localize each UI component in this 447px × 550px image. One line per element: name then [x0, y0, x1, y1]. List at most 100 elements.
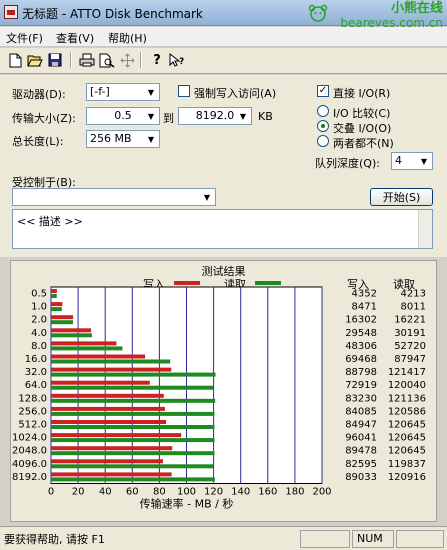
write-value: 84947 [345, 420, 377, 431]
num-lock-label: NUM [357, 532, 383, 545]
menu-help[interactable]: 帮助(H) [108, 30, 147, 46]
io-compare-radio[interactable] [317, 105, 329, 117]
help-icon[interactable]: ? [148, 51, 166, 69]
chevron-down-icon[interactable]: ▼ [236, 109, 250, 123]
open-icon[interactable] [26, 51, 44, 69]
y-tick-label: 4096.0 [12, 459, 47, 470]
settings-panel: 驱动器(D): [-f-] ▼ 强制写入访问(A) ✓ 直接 I/O(R) 传输… [0, 75, 447, 257]
read-bar [51, 359, 171, 364]
chevron-down-icon[interactable]: ▼ [144, 85, 158, 99]
force-write-checkbox[interactable] [178, 85, 190, 97]
neither-radio[interactable] [317, 135, 329, 147]
description-box[interactable]: << 描述 >> [12, 209, 433, 249]
write-bar [51, 289, 57, 293]
context-help-icon[interactable]: ? [168, 51, 186, 69]
read-value: 52720 [394, 341, 426, 352]
x-tick-label: 60 [126, 487, 139, 498]
x-tick-label: 0 [48, 487, 54, 498]
print-preview-icon[interactable] [98, 51, 116, 69]
write-bar [51, 472, 172, 477]
write-bar [51, 315, 74, 320]
menu-view[interactable]: 查看(V) [56, 30, 94, 46]
read-bar [51, 294, 57, 298]
write-bar [51, 459, 163, 464]
x-tick-label: 80 [153, 487, 166, 498]
write-bar [51, 380, 150, 385]
controlled-by-select[interactable]: ▼ [12, 188, 216, 206]
queue-depth-select[interactable]: 4 ▼ [391, 152, 433, 170]
write-value: 48306 [345, 341, 377, 352]
chevron-down-icon[interactable]: ▼ [200, 190, 214, 204]
write-bar [51, 420, 167, 424]
y-tick-label: 64.0 [25, 380, 47, 391]
toolbar: ? ? [0, 48, 447, 74]
read-value: 87947 [394, 354, 426, 365]
write-value: 69468 [345, 354, 377, 365]
y-tick-label: 1.0 [31, 302, 47, 313]
chevron-down-icon[interactable]: ▼ [417, 154, 431, 168]
description-text: << 描述 >> [17, 215, 83, 228]
read-bar [51, 411, 215, 416]
drive-select[interactable]: [-f-] ▼ [86, 83, 160, 101]
overlap-io-radio[interactable] [317, 120, 329, 132]
status-cell [300, 530, 350, 548]
read-bar [51, 320, 73, 325]
drive-label: 驱动器(D): [12, 88, 66, 101]
description-scrollbar[interactable] [418, 210, 432, 248]
write-bar [51, 406, 165, 411]
x-tick-label: 40 [99, 487, 112, 498]
benchmark-chart: 0 20 40 60 80 100 120 140 160 180 200 0.5 4352 4213 1.… [12, 286, 426, 511]
read-bar [51, 438, 215, 443]
y-tick-label: 256.0 [18, 406, 47, 417]
new-icon[interactable] [6, 51, 24, 69]
read-bar [51, 333, 92, 338]
read-value: 120916 [388, 472, 426, 483]
y-tick-label: 2048.0 [12, 446, 47, 457]
chevron-down-icon[interactable]: ▼ [144, 132, 158, 146]
write-bar [51, 328, 92, 333]
read-value: 120645 [388, 420, 426, 431]
menu-file[interactable]: 文件(F) [6, 30, 43, 46]
print-icon[interactable] [78, 51, 96, 69]
bear-logo-icon [308, 4, 328, 22]
read-bar [51, 385, 214, 390]
svg-text:?: ? [179, 57, 184, 67]
transfer-from-select[interactable]: 0.5 ▼ [86, 107, 160, 125]
direct-io-checkbox[interactable]: ✓ [317, 85, 329, 97]
results-panel: 测试结果 写入 读取 写入 读取 0 20 40 60 80 100 120 140 160 18… [10, 260, 437, 522]
write-bar [51, 393, 164, 398]
title-bar: 无标题 - ATTO Disk Benchmark 小熊在线 beareyes.… [0, 0, 447, 30]
status-bar: 要获得帮助, 请按 F1 NUM [0, 526, 447, 550]
app-icon[interactable] [4, 5, 18, 19]
write-value: 4352 [352, 289, 377, 300]
move-icon[interactable] [118, 51, 136, 69]
window-title: 无标题 - ATTO Disk Benchmark [22, 7, 203, 21]
read-bar [51, 451, 215, 456]
x-tick-label: 20 [72, 487, 85, 498]
write-bar [51, 341, 117, 346]
queue-depth-label: 队列深度(Q): [315, 157, 380, 170]
y-tick-label: 2.0 [31, 315, 47, 326]
start-button[interactable]: 开始(S) [370, 188, 433, 206]
status-help-text: 要获得帮助, 请按 F1 [4, 533, 105, 546]
y-tick-label: 32.0 [25, 367, 47, 378]
save-icon[interactable] [46, 51, 64, 69]
chevron-down-icon[interactable]: ▼ [144, 109, 158, 123]
queue-depth-value: 4 [395, 154, 402, 167]
transfer-size-label: 传输大小(Z): [12, 112, 76, 125]
read-bar [51, 477, 215, 482]
total-length-select[interactable]: 256 MB ▼ [86, 130, 160, 148]
x-tick-label: 100 [177, 487, 196, 498]
y-tick-label: 8192.0 [12, 472, 47, 483]
write-value: 89033 [345, 472, 377, 483]
transfer-to-select[interactable]: 8192.0 ▼ [178, 107, 252, 125]
total-length-value: 256 MB [90, 132, 132, 145]
read-bar [51, 372, 216, 377]
neither-label: 两者都不(N) [333, 137, 394, 150]
write-value: 96041 [345, 433, 377, 444]
read-bar [51, 398, 216, 403]
read-value: 4213 [401, 289, 426, 300]
read-bar [51, 425, 215, 429]
read-value: 120645 [388, 446, 426, 457]
x-axis-label: 传输速率 - MB / 秒 [140, 497, 234, 511]
